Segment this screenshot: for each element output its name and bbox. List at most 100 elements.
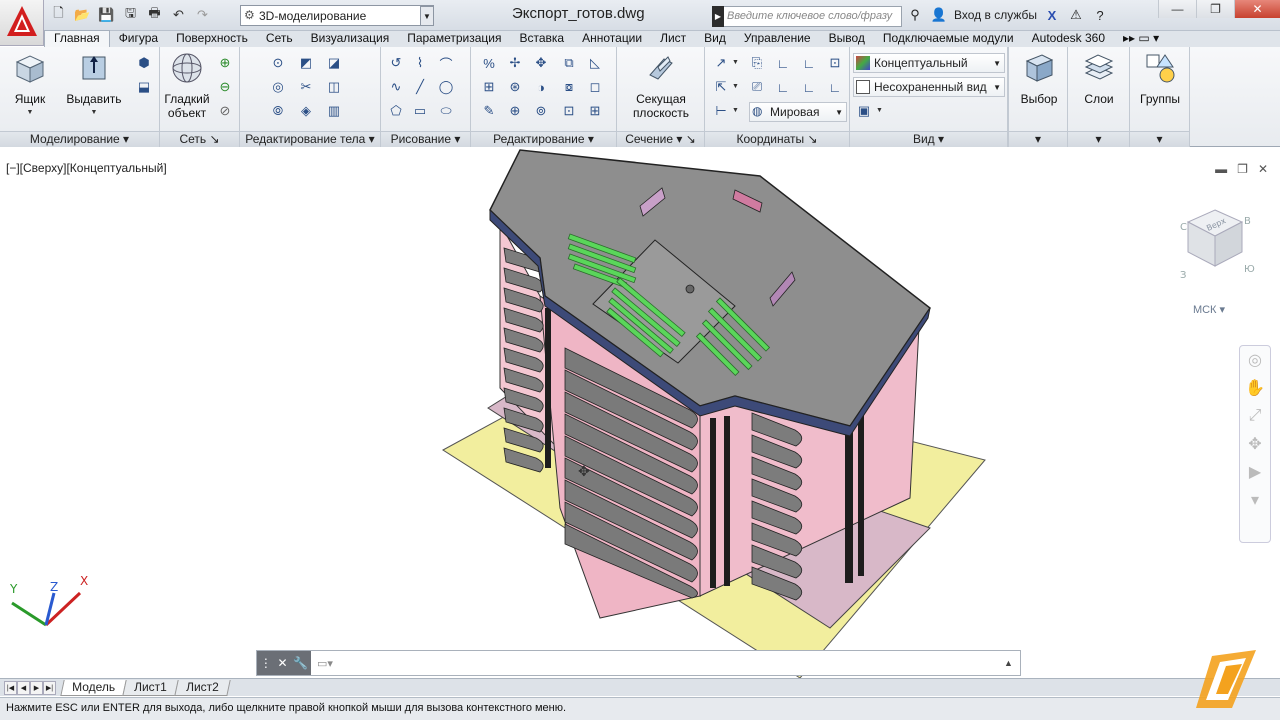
layers-button[interactable]: Слои xyxy=(1074,51,1124,106)
panel-modify-title[interactable]: Редактирование ▾ xyxy=(471,131,616,147)
command-close-icon[interactable]: ✕ xyxy=(277,656,287,670)
tab-mesh[interactable]: Сеть xyxy=(257,31,302,47)
new-icon[interactable]: 🗋 xyxy=(48,4,69,26)
tab-layout[interactable]: Лист xyxy=(651,31,695,47)
command-input[interactable]: ▭▾ xyxy=(311,657,1004,670)
open-icon[interactable]: 📂 xyxy=(72,4,93,26)
tab-home[interactable]: Главная xyxy=(44,30,110,47)
extrude-faces-icon[interactable]: ◫ xyxy=(324,77,344,97)
redo-icon[interactable]: ↷ xyxy=(192,4,213,26)
ucs-dropdown-icon[interactable]: ▼ xyxy=(732,59,739,66)
ucs-world-dropdown-icon[interactable]: ▼ xyxy=(732,107,739,114)
smooth-object-button[interactable]: Гладкий объект xyxy=(162,51,212,120)
save-icon[interactable]: 💾 xyxy=(96,4,117,26)
application-menu-button[interactable] xyxy=(0,0,44,46)
groups-expand-icon[interactable]: ▾ xyxy=(1130,131,1189,147)
viewcube-south-label[interactable]: Ю xyxy=(1244,264,1255,275)
viewport-config-icon[interactable]: ▣ xyxy=(854,101,874,121)
maximize-icon[interactable]: ❐ xyxy=(1196,0,1234,18)
3d-move-icon[interactable]: ✥ xyxy=(531,53,551,73)
selection-button[interactable]: Выбор xyxy=(1013,51,1065,106)
ucs-world-icon[interactable]: ⊢ xyxy=(711,101,731,121)
ucs-origin-icon[interactable]: ∟ xyxy=(773,53,793,73)
tab-annotate[interactable]: Аннотации xyxy=(573,31,651,47)
box-dropdown-icon[interactable]: ▼ xyxy=(8,106,52,120)
rectangle-icon[interactable]: ▭ xyxy=(410,101,430,121)
separate-icon[interactable]: ▥ xyxy=(324,101,344,121)
groups-button[interactable]: Группы xyxy=(1134,51,1186,106)
communication-icon[interactable]: ⚠ xyxy=(1067,6,1085,24)
prev-layout-icon[interactable]: ◀ xyxy=(17,680,30,695)
viewcube-north-label[interactable]: С xyxy=(1180,222,1187,233)
steering-wheel-icon[interactable]: ◎ xyxy=(1240,346,1270,374)
tab-plugins[interactable]: Подключаемые модули xyxy=(874,31,1023,47)
ucs-icon[interactable]: ↗ xyxy=(711,53,731,73)
ucs-x-icon[interactable]: ∟ xyxy=(773,77,793,97)
group-array-icon[interactable]: ⊞ xyxy=(585,101,605,121)
ucs-z-icon[interactable]: ∟ xyxy=(825,77,845,97)
visual-style-select[interactable]: Концептуальный ▼ xyxy=(853,53,1005,73)
3d-rotate-icon[interactable]: ✢ xyxy=(505,53,525,73)
tab-output[interactable]: Вывод xyxy=(820,31,874,47)
ucs-face-dropdown-icon[interactable]: ▼ xyxy=(732,83,739,90)
panel-solid-editing-title[interactable]: Редактирование тела ▾ xyxy=(240,131,380,147)
building-model[interactable]: ✥ xyxy=(0,148,1280,678)
layout-tab-sheet1[interactable]: Лист1 xyxy=(122,679,179,696)
orbit-icon[interactable]: ✥ xyxy=(1240,430,1270,458)
slice-icon[interactable]: ◩ xyxy=(296,53,316,73)
interfere-icon[interactable]: ✂ xyxy=(296,77,316,97)
ucs-menu[interactable]: МСК ▾ xyxy=(1183,303,1235,319)
viewport-config-dropdown-icon[interactable]: ▼ xyxy=(876,107,883,114)
line-icon[interactable]: ⌇ xyxy=(410,53,430,73)
panel-section-title[interactable]: Сечение ▾ ↘ xyxy=(617,131,704,147)
minimize-icon[interactable]: — xyxy=(1158,0,1196,18)
ucs-view-icon[interactable]: ∟ xyxy=(799,53,819,73)
offset-icon[interactable]: ◑ xyxy=(531,77,551,97)
help-icon[interactable]: ? xyxy=(1091,6,1109,24)
tab-view[interactable]: Вид xyxy=(695,31,735,47)
navbar-settings-icon[interactable]: ▾ xyxy=(1240,486,1270,514)
thicken-icon[interactable]: ◈ xyxy=(296,101,316,121)
polygon-icon[interactable]: ⬠ xyxy=(386,101,406,121)
3d-align-icon[interactable]: ⧇ xyxy=(559,77,579,97)
section-plane-button[interactable]: Секущая плоскость xyxy=(627,51,695,120)
workspace-select[interactable]: ⚙ 3D-моделирование xyxy=(240,5,434,26)
close-icon[interactable]: ✕ xyxy=(1234,0,1280,18)
tab-insert[interactable]: Вставка xyxy=(511,31,574,47)
intersect-icon[interactable]: ⦾ xyxy=(268,101,288,121)
print-icon[interactable]: 🖶 xyxy=(144,4,165,26)
user-icon[interactable]: 👤 xyxy=(930,6,948,24)
search-expand-icon[interactable]: ▶ xyxy=(712,6,724,27)
ucs-y-icon[interactable]: ∟ xyxy=(799,77,819,97)
viewcube[interactable]: Верх С В Ю З xyxy=(1170,200,1260,290)
command-customize-icon[interactable]: 🔧 xyxy=(293,656,308,670)
sign-in-link[interactable]: Вход в службы xyxy=(954,8,1037,22)
tab-autodesk-360[interactable]: Autodesk 360 xyxy=(1023,31,1114,47)
helix-icon[interactable]: ╱ xyxy=(410,77,430,97)
ucs-world-select[interactable]: ◍ Мировая ▼ xyxy=(749,102,847,122)
circle-icon[interactable]: ◯ xyxy=(436,77,456,97)
exchange-icon[interactable]: X xyxy=(1043,6,1061,24)
arc-icon[interactable]: ⌒ xyxy=(436,53,456,73)
panel-draw-title[interactable]: Рисование ▾ xyxy=(381,131,470,147)
polyline-icon[interactable]: ↺ xyxy=(386,53,406,73)
ellipse-icon[interactable]: ⬭ xyxy=(436,101,456,121)
workspace-dropdown[interactable]: ▼ xyxy=(420,6,434,26)
extrude-dropdown-icon[interactable]: ▼ xyxy=(64,106,124,120)
panel-coordinates-title[interactable]: Координаты ↘ xyxy=(705,131,849,147)
fillet-icon[interactable]: % xyxy=(479,53,499,73)
next-layout-icon[interactable]: ▶ xyxy=(30,680,43,695)
smooth-less-icon[interactable]: ⊖ xyxy=(215,77,235,97)
extract-edges-icon[interactable]: ◪ xyxy=(324,53,344,73)
stretch-icon[interactable]: ⊡ xyxy=(559,101,579,121)
tab-manage[interactable]: Управление xyxy=(735,31,820,47)
save-as-icon[interactable]: 🖫 xyxy=(120,4,141,26)
viewcube-east-label[interactable]: В xyxy=(1244,216,1251,227)
model-viewport[interactable]: [−][Сверху][Концептуальный] ▬ ❐ ✕ ✥ Верх… xyxy=(0,148,1280,678)
union-icon[interactable]: ⊙ xyxy=(268,53,288,73)
layout-tab-sheet2[interactable]: Лист2 xyxy=(174,679,231,696)
search-input[interactable]: Введите ключевое слово/фразу xyxy=(712,6,902,27)
erase-icon[interactable]: ✎ xyxy=(479,101,499,121)
3d-scale-icon[interactable]: ⊛ xyxy=(505,77,525,97)
named-view-select[interactable]: Несохраненный вид ▼ xyxy=(853,77,1005,97)
